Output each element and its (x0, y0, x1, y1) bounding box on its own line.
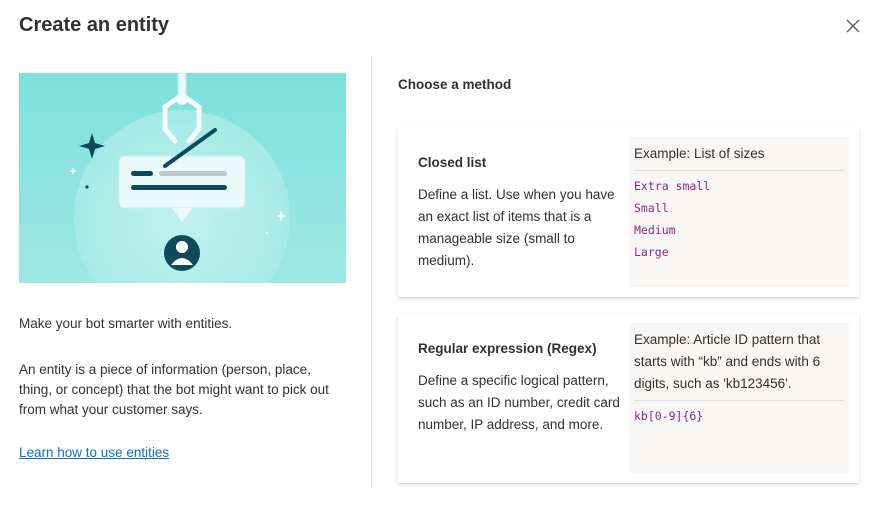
example-item: kb[0-9]{6} (634, 409, 704, 423)
card-description: Define a list. Use when you have an exac… (418, 187, 615, 268)
learn-link[interactable]: Learn how to use entities (19, 445, 169, 460)
example-item: Large (634, 245, 669, 259)
card-description: Define a specific logical pattern, such … (418, 373, 620, 432)
example-title: Example: List of sizes (634, 143, 844, 171)
example-panel: Example: Article ID pattern that starts … (629, 323, 849, 473)
example-item: Extra small (634, 179, 711, 193)
intro-text: Make your bot smarter with entities. (19, 316, 233, 331)
close-icon (846, 19, 860, 33)
card-title: Closed list (418, 155, 487, 170)
method-heading: Choose a method (398, 77, 512, 92)
closed-list-card[interactable]: Closed list Define a list. Use when you … (398, 127, 859, 297)
close-button[interactable] (842, 15, 864, 37)
example-item: Medium (634, 223, 676, 237)
example-title: Example: Article ID pattern that starts … (634, 329, 844, 401)
entity-illustration (19, 73, 346, 283)
card-title: Regular expression (Regex) (418, 341, 597, 356)
section-divider (371, 57, 372, 488)
entity-description: An entity is a piece of information (per… (19, 362, 329, 417)
example-panel: Example: List of sizes Extra small Small… (629, 137, 849, 287)
example-item: Small (634, 201, 669, 215)
dialog-title: Create an entity (19, 14, 170, 36)
regex-card[interactable]: Regular expression (Regex) Define a spec… (398, 313, 859, 483)
